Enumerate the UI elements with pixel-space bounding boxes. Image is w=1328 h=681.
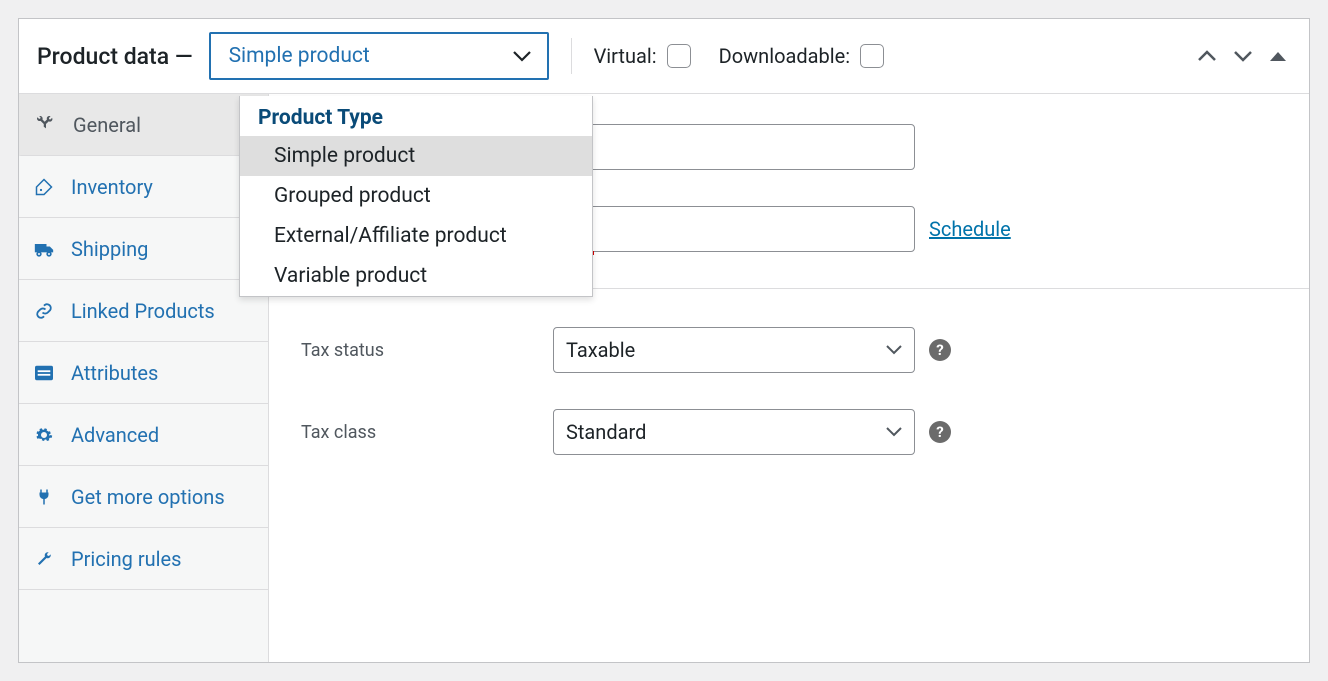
plug-icon	[33, 486, 55, 508]
tab-label: General	[73, 113, 141, 137]
product-type-select[interactable]: Simple product	[209, 32, 549, 80]
virtual-checkbox[interactable]	[667, 44, 691, 68]
gear-icon	[33, 424, 55, 446]
panel-title: Product data —	[37, 43, 205, 70]
dropdown-option-grouped[interactable]: Grouped product	[240, 176, 592, 216]
downloadable-checkbox[interactable]	[860, 44, 884, 68]
tax-class-select[interactable]: Standard	[553, 409, 915, 455]
product-type-value: Simple product	[229, 44, 370, 68]
tab-shipping[interactable]: Shipping	[19, 218, 268, 280]
help-icon[interactable]: ?	[929, 421, 951, 443]
tab-linked[interactable]: Linked Products	[19, 280, 268, 342]
move-down-icon[interactable]	[1229, 45, 1257, 67]
sale-price-input[interactable]	[553, 206, 915, 252]
tab-get-more[interactable]: Get more options	[19, 466, 268, 528]
tab-label: Shipping	[71, 237, 148, 261]
panel-header: Product data — Simple product Virtual: D…	[19, 19, 1309, 94]
tag-icon	[33, 176, 55, 198]
chevron-down-icon	[513, 51, 531, 62]
dropdown-option-variable[interactable]: Variable product	[240, 256, 592, 296]
tab-label: Get more options	[71, 485, 225, 509]
link-icon	[33, 300, 55, 322]
list-icon	[33, 362, 55, 384]
schedule-link[interactable]: Schedule	[929, 217, 1011, 241]
tab-label: Inventory	[71, 175, 153, 199]
wrench-icon	[35, 114, 57, 136]
move-up-icon[interactable]	[1193, 45, 1221, 67]
tab-label: Advanced	[71, 423, 159, 447]
help-icon[interactable]: ?	[929, 339, 951, 361]
collapse-icon[interactable]	[1265, 45, 1291, 67]
product-data-panel: Product data — Simple product Virtual: D…	[18, 18, 1310, 663]
panel-body: General Inventory Shipping Linked Produc…	[19, 94, 1309, 662]
tab-attributes[interactable]: Attributes	[19, 342, 268, 404]
divider	[571, 38, 572, 74]
tax-status-select[interactable]: Taxable	[553, 327, 915, 373]
dropdown-heading: Product Type	[240, 96, 592, 136]
virtual-checkbox-label[interactable]: Virtual:	[594, 44, 691, 68]
dropdown-option-external[interactable]: External/Affiliate product	[240, 216, 592, 256]
dropdown-option-simple[interactable]: Simple product	[240, 136, 592, 176]
chevron-down-icon	[886, 345, 902, 355]
chevron-down-icon	[886, 427, 902, 437]
tab-inventory[interactable]: Inventory	[19, 156, 268, 218]
tax-status-label: Tax status	[293, 340, 553, 361]
panel-header-actions	[1193, 45, 1291, 67]
downloadable-checkbox-label[interactable]: Downloadable:	[719, 44, 884, 68]
tab-pricing-rules[interactable]: Pricing rules	[19, 528, 268, 590]
tab-label: Attributes	[71, 361, 158, 385]
sidebar-tabs: General Inventory Shipping Linked Produc…	[19, 94, 269, 662]
tab-label: Linked Products	[71, 299, 215, 323]
tax-class-label: Tax class	[293, 422, 553, 443]
truck-icon	[33, 238, 55, 260]
tab-label: Pricing rules	[71, 547, 181, 571]
tab-advanced[interactable]: Advanced	[19, 404, 268, 466]
regular-price-input[interactable]	[553, 124, 915, 170]
tab-general[interactable]: General	[19, 94, 268, 156]
product-type-dropdown: Product Type Simple product Grouped prod…	[239, 96, 593, 297]
wrench-icon	[33, 548, 55, 570]
